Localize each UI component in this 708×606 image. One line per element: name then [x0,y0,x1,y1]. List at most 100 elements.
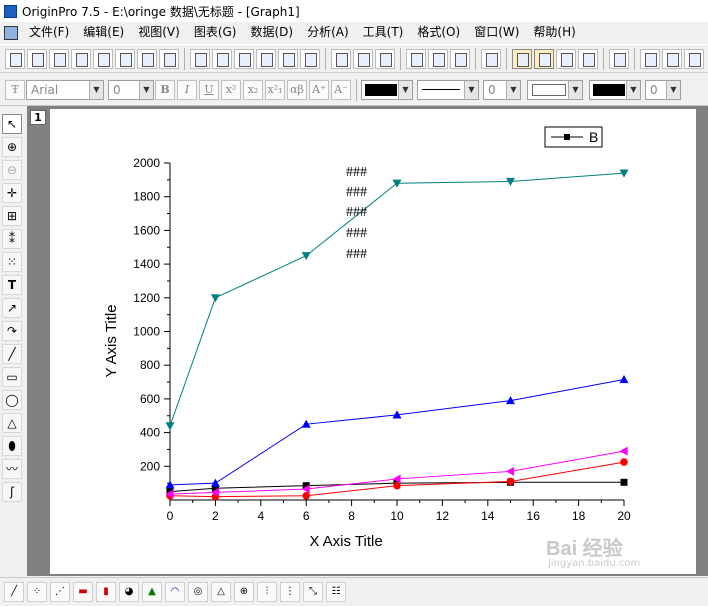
waterfall-icon[interactable]: ⋮ [280,582,300,602]
area-plot-icon[interactable]: ▲ [142,582,162,602]
graph-page[interactable]: 0 2 4 6 8 10 12 14 16 18 20 200 400 600 800 1000 1200 140… [50,109,696,574]
column-plot-icon[interactable]: ▬ [73,582,93,602]
script-window-icon[interactable] [534,48,554,69]
menu-tools[interactable]: 工具(T) [356,22,411,43]
decrease-font-button[interactable]: A⁻ [331,79,351,100]
text-tool-icon[interactable]: Ŧ [5,79,25,100]
curved-arrow-icon[interactable]: ↷ [2,321,22,341]
chevron-down-icon[interactable]: ▼ [464,80,478,99]
bold-button[interactable]: B [155,79,175,100]
menu-file[interactable]: 文件(F) [22,22,76,43]
save-template-icon[interactable] [300,48,320,69]
line-plot-icon[interactable]: ╱ [4,582,24,602]
new-notes-icon[interactable] [159,48,179,69]
open-excel-icon[interactable] [234,48,254,69]
increase-font-button[interactable]: A⁺ [309,79,329,100]
chevron-down-icon[interactable]: ▼ [666,80,680,99]
menu-graph[interactable]: 图表(G) [187,22,244,43]
new-graph-icon[interactable] [71,48,91,69]
x-axis-title[interactable]: X Axis Title [309,533,382,550]
screen-reader-icon[interactable]: ✛ [2,183,22,203]
pointer-icon[interactable]: ↖ [2,114,22,134]
region-tool-icon[interactable]: ⬮ [2,436,22,456]
fill-area-icon[interactable]: ◠ [165,582,185,602]
save-project-icon[interactable] [256,48,276,69]
chevron-down-icon[interactable]: ▼ [626,80,640,99]
edit-icon[interactable] [428,48,448,69]
ellipse-tool-icon[interactable]: ◯ [2,390,22,410]
arrow-tool-icon[interactable]: ↗ [2,298,22,318]
superscript-button[interactable]: x² [221,79,241,100]
line-symbol-plot-icon[interactable]: ⋰ [50,582,70,602]
chevron-down-icon[interactable]: ▼ [89,80,103,99]
chevron-down-icon[interactable]: ▼ [139,80,153,99]
open-template-icon[interactable] [212,48,232,69]
chevron-down-icon[interactable]: ▼ [506,80,520,99]
font-size-select[interactable]: 0 ▼ [108,79,154,100]
chevron-down-icon[interactable]: ▼ [568,80,582,99]
zoom-in-icon[interactable]: ⊕ [2,137,22,157]
code-builder-icon[interactable] [556,48,576,69]
import-ascii-icon[interactable] [331,48,351,69]
subscript-button[interactable]: x₂ [243,79,263,100]
line-style-select[interactable]: ▼ [417,79,479,100]
freehand-tool-icon[interactable]: ʃ [2,482,22,502]
vector-plot-icon[interactable]: ⫶ [257,582,277,602]
font-select[interactable]: Arial ▼ [26,79,104,100]
new-function-icon[interactable] [115,48,135,69]
pie-chart-icon[interactable]: ◕ [119,582,139,602]
smith-chart-icon[interactable]: ⊕ [234,582,254,602]
template-library-icon[interactable]: ☷ [326,582,346,602]
line-color-select[interactable]: ▼ [361,79,413,100]
import-excel-icon[interactable] [375,48,395,69]
layer-tab[interactable]: 1 [30,110,46,125]
zoom-window-icon[interactable] [662,48,682,69]
menu-view[interactable]: 视图(V) [131,22,187,43]
pattern-width-select[interactable]: 0 ▼ [645,79,681,100]
new-layer-icon[interactable] [684,48,704,69]
menu-data[interactable]: 数据(D) [243,22,300,43]
new-matrix-icon[interactable] [93,48,113,69]
new-worksheet-icon[interactable] [27,48,47,69]
menu-help[interactable]: 帮助(H) [526,22,582,43]
fill-pattern-select[interactable]: ▼ [527,79,583,100]
fill-color-select[interactable]: ▼ [589,79,641,100]
data-selector-icon[interactable]: ⊞ [2,206,22,226]
menu-analysis[interactable]: 分析(A) [300,22,356,43]
import-multiple-icon[interactable] [353,48,373,69]
menu-window[interactable]: 窗口(W) [467,22,526,43]
new-layout-icon[interactable] [137,48,157,69]
zoom-out-icon[interactable]: ⊖ [2,160,22,180]
chevron-down-icon[interactable]: ▼ [398,80,412,99]
text-tool-icon[interactable]: T [2,275,22,295]
supsubscript-button[interactable]: x²₁ [265,79,285,100]
y-axis-title[interactable]: Y Axis Title [103,304,120,377]
project-explorer-icon[interactable] [481,48,501,69]
menu-edit[interactable]: 编辑(E) [76,22,131,43]
results-log-icon[interactable] [512,48,532,69]
vector-xyam-icon[interactable]: ⤡ [303,582,323,602]
settings-icon[interactable] [578,48,598,69]
bar-plot-icon[interactable]: ▮ [96,582,116,602]
annotation-text[interactable]: ### ### ### ### ### [346,165,367,262]
polygon-tool-icon[interactable]: △ [2,413,22,433]
legend[interactable]: B [544,126,603,148]
duplicate-icon[interactable] [450,48,470,69]
print-icon[interactable] [406,48,426,69]
menu-format[interactable]: 格式(O) [410,22,467,43]
line-width-select[interactable]: 0 ▼ [483,79,521,100]
line-chart[interactable]: 0 2 4 6 8 10 12 14 16 18 20 200 400 600 800 1000 1200 140… [50,109,696,574]
scatter-plot-icon[interactable]: ⁘ [27,582,47,602]
rectangle-tool-icon[interactable]: ▭ [2,367,22,387]
new-project-icon[interactable] [5,48,25,69]
ternary-plot-icon[interactable]: △ [211,582,231,602]
line-tool-icon[interactable]: ╱ [2,344,22,364]
polyline-tool-icon[interactable]: 〰 [2,459,22,479]
polar-plot-icon[interactable]: ◎ [188,582,208,602]
draw-data-icon[interactable]: ⁙ [2,252,22,272]
italic-button[interactable]: I [177,79,197,100]
greek-button[interactable]: αβ [287,79,307,100]
open-icon[interactable] [190,48,210,69]
data-reader-icon[interactable]: ⁑ [2,229,22,249]
zoom-page-icon[interactable] [640,48,660,69]
